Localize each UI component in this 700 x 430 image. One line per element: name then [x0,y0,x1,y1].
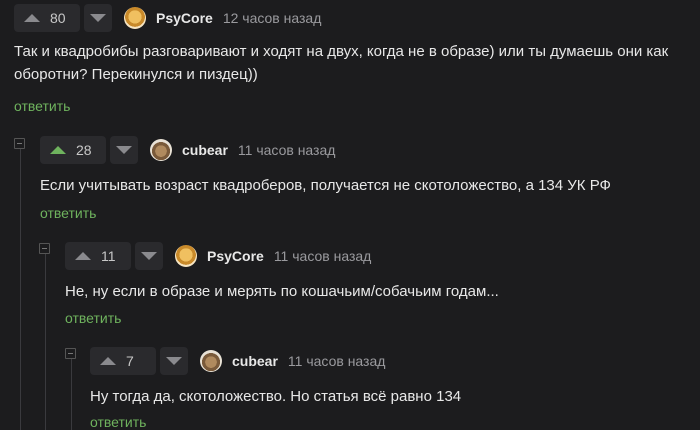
collapse-toggle[interactable] [65,348,76,359]
collapse-toggle[interactable] [39,243,50,254]
downvote-button[interactable] [160,347,188,375]
avatar[interactable] [124,7,146,29]
comment-time[interactable]: 11 часов назад [288,353,386,369]
avatar[interactable] [200,350,222,372]
reply-link[interactable]: ответить [90,414,146,430]
upvote-icon[interactable] [50,146,66,154]
comment-author[interactable]: PsyCore [156,10,213,26]
comment-header: 28 cubear 11 часов назад [40,136,335,164]
downvote-button[interactable] [84,4,112,32]
vote-widget: 80 [14,4,80,32]
comment-score: 11 [101,248,116,264]
comment-time[interactable]: 11 часов назад [238,142,336,158]
downvote-icon [116,146,132,154]
comment-text: Если учитывать возраст квадроберов, полу… [40,177,611,194]
comment-score: 80 [50,10,66,26]
thread-line-level-3 [71,355,72,430]
comment-author[interactable]: cubear [182,142,228,158]
comment-score: 28 [76,142,92,158]
reply-link[interactable]: ответить [14,98,70,114]
comment-score: 7 [126,353,134,369]
comment-header: 11 PsyCore 11 часов назад [65,242,371,270]
avatar[interactable] [150,139,172,161]
comment-text: Так и квадробибы разговаривают и ходят н… [14,43,669,83]
reply-link[interactable]: ответить [65,310,121,326]
vote-widget: 11 [65,242,131,270]
comment-header: 7 cubear 11 часов назад [90,347,385,375]
thread-line-level-1 [20,145,21,430]
vote-widget: 7 [90,347,156,375]
thread-line-level-2 [45,250,46,430]
comment-author[interactable]: PsyCore [207,248,264,264]
downvote-icon [166,357,182,365]
reply-link[interactable]: ответить [40,205,96,221]
comment-text: Не, ну если в образе и мерять по кошачьи… [65,283,499,300]
comment-time[interactable]: 11 часов назад [274,248,372,264]
upvote-icon[interactable] [75,252,91,260]
comment-time[interactable]: 12 часов назад [223,10,322,26]
comment-author[interactable]: cubear [232,353,278,369]
comment-header: 80 PsyCore 12 часов назад [14,4,321,32]
downvote-icon [90,14,106,22]
avatar[interactable] [175,245,197,267]
comment-text: Ну тогда да, скотоложество. Но статья вс… [90,388,462,405]
upvote-icon[interactable] [24,14,40,22]
downvote-button[interactable] [135,242,163,270]
upvote-icon[interactable] [100,357,116,365]
downvote-button[interactable] [110,136,138,164]
vote-widget: 28 [40,136,106,164]
downvote-icon [141,252,157,260]
collapse-toggle[interactable] [14,138,25,149]
